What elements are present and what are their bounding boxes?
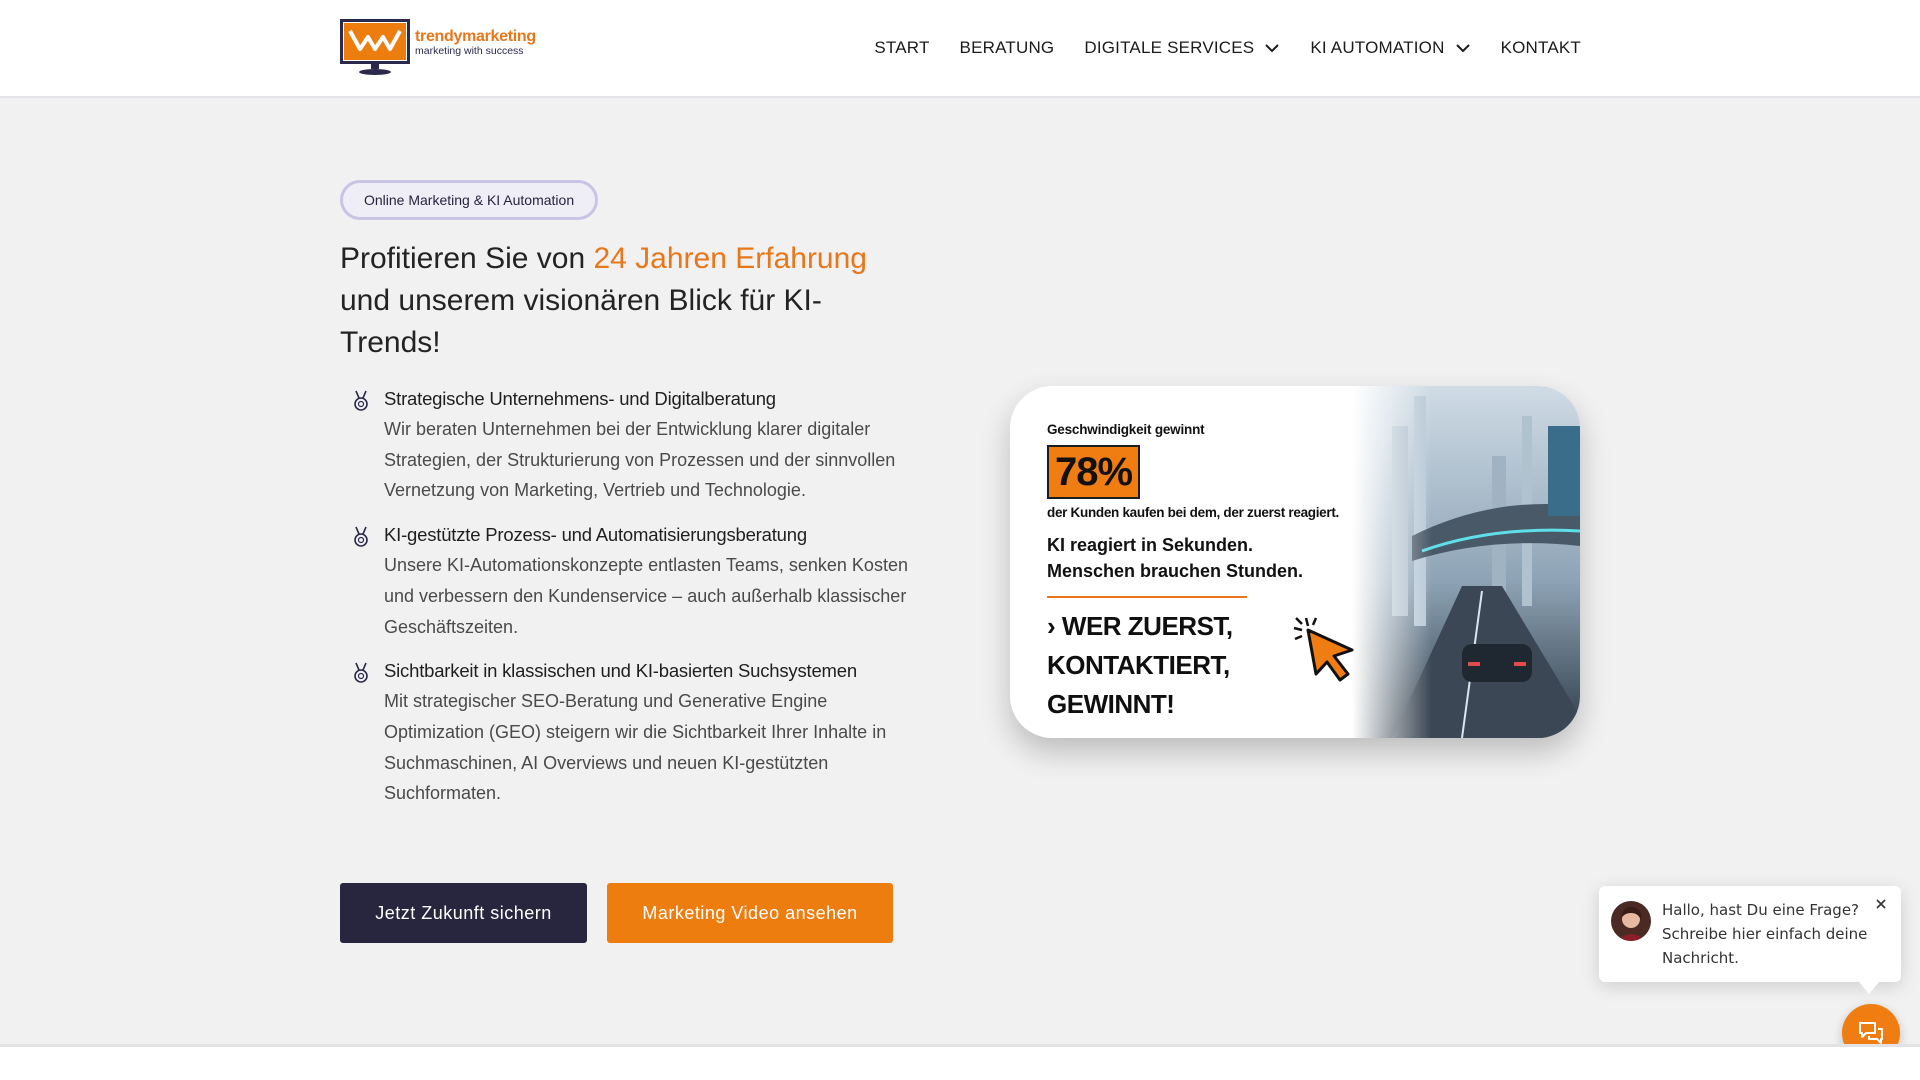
hero-title-suffix: und unserem visionären Blick für KI-Tren…	[340, 284, 822, 359]
medal-icon	[354, 390, 368, 411]
nav-item-ki-automation[interactable]: KI AUTOMATION	[1310, 30, 1470, 66]
video-button[interactable]: Marketing Video ansehen	[607, 883, 893, 943]
cta-primary-button[interactable]: Jetzt Zukunft sichern	[340, 883, 587, 943]
feature-description: Unsere KI-Automationskonzepte entlasten …	[384, 555, 908, 637]
promo-cta-line: GEWINNT!	[1047, 689, 1175, 719]
feature-list: Strategische Unternehmens- und Digitalbe…	[352, 384, 912, 823]
click-cursor-icon	[1293, 617, 1354, 682]
promo-divider	[1047, 596, 1247, 598]
nav-label: START	[874, 38, 930, 57]
feature-title: Strategische Unternehmens- und Digitalbe…	[384, 388, 776, 409]
feature-item: KI-gestützte Prozess- und Automatisierun…	[352, 520, 912, 642]
hero-title: Profitieren Sie von 24 Jahren Erfahrung …	[340, 238, 920, 364]
nav-label: BERATUNG	[959, 38, 1055, 57]
nav-label: KONTAKT	[1500, 38, 1581, 57]
nav-item-start[interactable]: START	[874, 30, 929, 66]
nav-item-digitale-services[interactable]: DIGITALE SERVICES	[1084, 30, 1280, 66]
feature-item: Sichtbarkeit in klassischen und KI-basie…	[352, 656, 912, 809]
hero-title-accent: 24 Jahren Erfahrung	[593, 242, 867, 275]
promo-line: KI reagiert in Sekunden.	[1047, 535, 1254, 555]
hero-badge: Online Marketing & KI Automation	[340, 180, 599, 220]
brand-name: trendymarketing	[415, 28, 536, 45]
medal-icon	[354, 526, 368, 547]
nav-item-beratung[interactable]: BERATUNG	[960, 30, 1055, 66]
chevron-down-icon	[1455, 44, 1470, 53]
chevron-down-icon	[1265, 44, 1280, 53]
promo-stat-text: der Kunden kaufen bei dem, der zuerst re…	[1047, 505, 1339, 520]
hero-title-prefix: Profitieren Sie von	[340, 242, 594, 275]
promo-card: Geschwindigkeit gewinnt 78% der Kunden k…	[1010, 386, 1580, 738]
chevron-right-icon: ›	[1047, 611, 1056, 641]
promo-kicker: Geschwindigkeit gewinnt	[1047, 422, 1205, 437]
promo-cta-text: WER ZUERST,	[1061, 611, 1233, 641]
nav-item-kontakt[interactable]: KONTAKT	[1501, 30, 1581, 66]
site-header: trendymarketing marketing with success S…	[0, 0, 1920, 98]
chat-icon	[1859, 1022, 1883, 1044]
chat-popup[interactable]: Hallo, hast Du eine Frage? Schreibe hier…	[1599, 886, 1901, 994]
feature-title: Sichtbarkeit in klassischen und KI-basie…	[384, 660, 857, 682]
chat-message: Hallo, hast Du eine Frage? Schreibe hier…	[1662, 898, 1882, 970]
brand-logo[interactable]: trendymarketing marketing with success	[340, 19, 550, 79]
promo-lines: KI reagiert in Sekunden. Menschen brauch…	[1047, 532, 1417, 584]
chat-line: Schreibe hier einfach deine Nachricht.	[1662, 925, 1868, 967]
medal-icon	[354, 662, 368, 684]
nav-label: DIGITALE SERVICES	[1084, 38, 1255, 57]
avatar	[1611, 901, 1651, 941]
promo-stat: 78%	[1047, 445, 1141, 499]
logo-monitor-icon	[340, 19, 410, 75]
feature-description: Wir beraten Unternehmen bei der Entwickl…	[384, 419, 896, 501]
next-section	[0, 1047, 1920, 1080]
close-icon[interactable]	[1873, 896, 1889, 912]
nav-label: KI AUTOMATION	[1310, 38, 1445, 57]
chat-line: Hallo, hast Du eine Frage?	[1662, 901, 1860, 919]
main-nav: START BERATUNG DIGITALE SERVICES KI AUTO…	[844, 30, 1581, 66]
brand-tagline: marketing with success	[415, 45, 524, 57]
feature-title: KI-gestützte Prozess- und Automatisierun…	[384, 524, 807, 546]
promo-line: Menschen brauchen Stunden.	[1047, 561, 1304, 581]
feature-item: Strategische Unternehmens- und Digitalbe…	[352, 384, 912, 506]
feature-description: Mit strategischer SEO-Beratung und Gener…	[384, 691, 887, 804]
